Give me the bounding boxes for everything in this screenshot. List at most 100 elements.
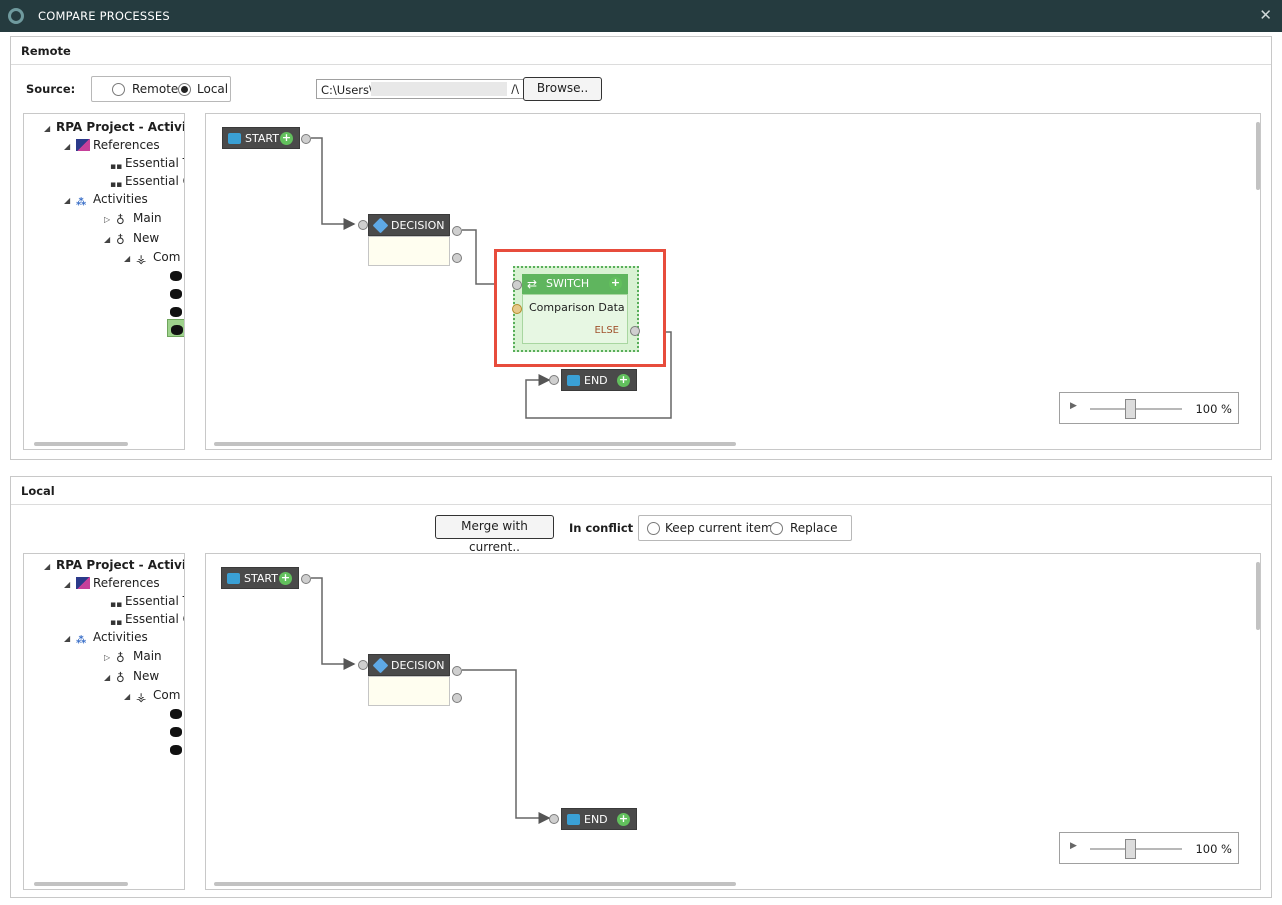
replace-label[interactable]: Replace <box>790 521 837 535</box>
add-icon[interactable]: + <box>617 374 630 387</box>
replace-radio[interactable] <box>770 522 783 535</box>
expand-icon[interactable]: ◢ <box>64 138 76 156</box>
collapse-icon[interactable]: ▷ <box>104 211 116 229</box>
keep-current-label[interactable]: Keep current items <box>665 521 779 535</box>
start-node[interactable]: START + <box>221 567 299 589</box>
source-radio-group: Remote Local <box>91 76 231 102</box>
expand-icon[interactable]: ◢ <box>124 250 136 268</box>
tree-item-module[interactable]: ▪▪Essential Co <box>110 610 184 628</box>
tree-item-references[interactable]: ◢ References <box>64 136 160 154</box>
expand-icon[interactable]: ◢ <box>104 669 116 687</box>
decision-in-port[interactable] <box>358 220 368 230</box>
zoom-slider-thumb[interactable] <box>1125 839 1136 859</box>
start-node[interactable]: START + <box>222 127 300 149</box>
tree-item-new[interactable]: ◢ ♁ New <box>104 667 159 685</box>
source-remote-radio[interactable] <box>112 83 125 96</box>
tree-item-compare[interactable]: ◢ ⚶ Com <box>124 686 180 704</box>
expand-icon[interactable]: ◢ <box>64 630 76 648</box>
decision-false-port[interactable] <box>452 253 462 263</box>
decision-false-port[interactable] <box>452 693 462 703</box>
add-icon[interactable]: + <box>617 813 630 826</box>
tree-item-new[interactable]: ◢ ♁ New <box>104 229 159 247</box>
remote-tree: ◢RPA Project - Activity ( ◢References ▪▪… <box>23 113 185 450</box>
expand-icon[interactable]: ◢ <box>64 576 76 594</box>
title-bar: COMPARE PROCESSES ✕ <box>0 0 1282 32</box>
end-in-port[interactable] <box>549 814 559 824</box>
tree-item-compare[interactable]: ◢ ⚶ Com <box>124 248 180 266</box>
window-title: COMPARE PROCESSES <box>38 9 170 23</box>
decision-true-port[interactable] <box>452 226 462 236</box>
canvas-horizontal-scrollbar[interactable] <box>214 882 736 886</box>
add-icon[interactable]: + <box>280 132 293 145</box>
tree-item-module[interactable]: ▪▪Essential Toc <box>110 154 184 172</box>
switch-in-port[interactable] <box>512 280 522 290</box>
tree-item-node[interactable]: D <box>170 740 184 758</box>
tree-item-main[interactable]: ▷ ♁ Main <box>104 647 162 665</box>
play-icon[interactable]: ▶ <box>1070 841 1077 851</box>
tree-item-project[interactable]: ◢RPA Project - Activity ( <box>44 118 184 138</box>
canvas-vertical-scrollbar[interactable] <box>1256 562 1260 630</box>
expand-icon[interactable]: ◢ <box>124 688 136 706</box>
tree-item-activities[interactable]: ◢ ⁂ Activities <box>64 628 148 646</box>
decision-true-port[interactable] <box>452 666 462 676</box>
decision-node[interactable]: DECISION <box>368 214 450 236</box>
tree-item-activities[interactable]: ◢ ⁂ Activities <box>64 190 148 208</box>
shuffle-icon: ⇄ <box>527 277 538 291</box>
start-out-port[interactable] <box>301 574 311 584</box>
close-icon[interactable]: ✕ <box>1259 6 1272 24</box>
tree-item-main[interactable]: ▷ ♁ Main <box>104 209 162 227</box>
tree-item-node[interactable]: E <box>170 704 184 722</box>
zoom-slider-track[interactable] <box>1090 848 1182 850</box>
tree-item-module[interactable]: ▪▪Essential Co <box>110 172 184 190</box>
zoom-control: ▶ 100 % <box>1059 832 1239 864</box>
tree-item-references[interactable]: ◢ References <box>64 574 160 592</box>
tree-item-node[interactable]: E <box>170 722 184 740</box>
node-icon <box>170 727 182 737</box>
zoom-slider-thumb[interactable] <box>1125 399 1136 419</box>
expand-icon[interactable]: ◢ <box>104 231 116 249</box>
end-in-port[interactable] <box>549 375 559 385</box>
start-out-port[interactable] <box>301 134 311 144</box>
source-local-radio[interactable] <box>178 83 191 96</box>
flowchart-icon: ♁ <box>116 213 125 227</box>
canvas-horizontal-scrollbar[interactable] <box>214 442 736 446</box>
decision-icon <box>372 217 389 234</box>
expand-icon[interactable]: ◢ <box>64 192 76 210</box>
tree-item-project[interactable]: ◢RPA Project - Activity ( <box>44 556 184 576</box>
switch-comparison-label: Comparison Data <box>529 301 625 314</box>
decision-in-port[interactable] <box>358 660 368 670</box>
expand-icon[interactable]: ◢ <box>44 120 56 138</box>
source-remote-label[interactable]: Remote <box>132 82 178 96</box>
end-node[interactable]: END + <box>561 808 637 830</box>
zoom-slider-track[interactable] <box>1090 408 1182 410</box>
source-local-label[interactable]: Local <box>197 82 228 96</box>
zoom-control: ▶ 100 % <box>1059 392 1239 424</box>
switch-comparison-port[interactable] <box>512 304 522 314</box>
path-input[interactable]: C:\Users\ /\ <box>316 79 524 99</box>
tree-horizontal-scrollbar[interactable] <box>34 882 128 886</box>
expand-icon[interactable]: ◢ <box>44 558 56 576</box>
collapse-icon[interactable]: ▷ <box>104 649 116 667</box>
activities-icon: ⁂ <box>76 197 87 208</box>
tree-horizontal-scrollbar[interactable] <box>34 442 128 446</box>
tree-item-node[interactable]: D <box>170 302 184 320</box>
references-icon <box>76 139 90 151</box>
play-icon[interactable]: ▶ <box>1070 401 1077 411</box>
flowchart-icon: ♁ <box>116 233 125 247</box>
keep-current-radio[interactable] <box>647 522 660 535</box>
merge-with-current-button[interactable]: Merge with current.. <box>435 515 554 554</box>
tree-item-node[interactable]: E <box>170 266 184 284</box>
tree-item-node-selected[interactable]: S <box>167 319 184 337</box>
decision-node[interactable]: DECISION <box>368 654 450 676</box>
switch-node-header[interactable]: ⇄ SWITCH + <box>522 274 628 294</box>
browse-button[interactable]: Browse.. <box>523 77 602 101</box>
add-icon[interactable]: + <box>279 572 292 585</box>
remote-panel-header: Remote <box>11 37 1271 65</box>
tree-item-module[interactable]: ▪▪Essential Toc <box>110 592 184 610</box>
add-icon[interactable]: + <box>609 277 622 290</box>
end-node[interactable]: END + <box>561 369 637 391</box>
tree-item-node[interactable]: E <box>170 284 184 302</box>
module-icon: ▪▪ <box>110 618 123 628</box>
switch-else-port[interactable] <box>630 326 640 336</box>
canvas-vertical-scrollbar[interactable] <box>1256 122 1260 190</box>
